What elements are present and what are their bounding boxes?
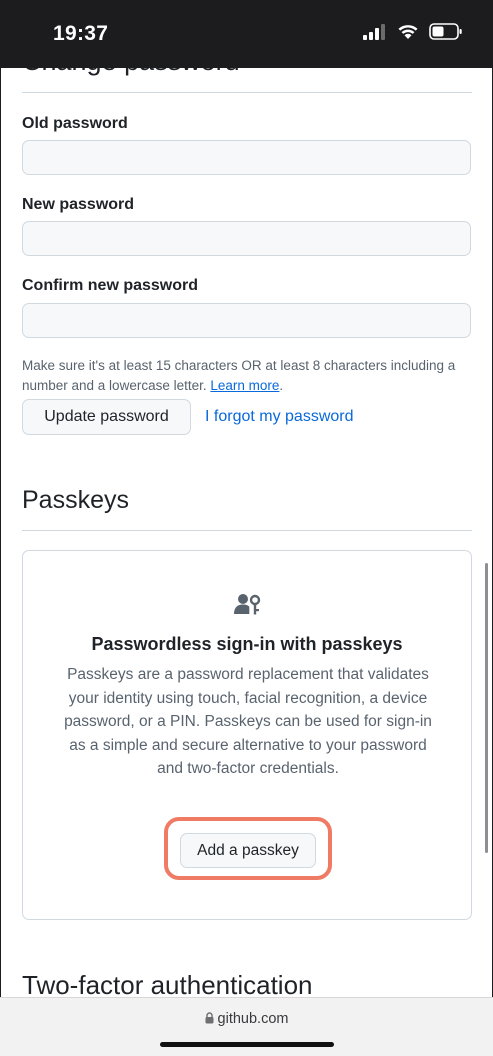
- passkeys-blankslate: Passwordless sign-in with passkeys Passk…: [22, 550, 472, 920]
- divider: [22, 92, 472, 93]
- confirm-password-field[interactable]: [22, 303, 471, 338]
- page-viewport: Change password Old password New passwor…: [0, 68, 492, 997]
- lock-icon: [205, 1012, 214, 1028]
- passkeys-title: Passwordless sign-in with passkeys: [91, 634, 403, 654]
- new-password-label: New password: [22, 196, 135, 213]
- password-hint-end: .: [279, 378, 284, 393]
- highlight-annotation: [164, 817, 332, 880]
- status-bar: 19:37: [0, 0, 493, 68]
- old-password-field[interactable]: [22, 140, 471, 175]
- update-password-button[interactable]: Update password: [22, 399, 191, 435]
- old-password-label: Old password: [22, 115, 128, 132]
- status-icons: [363, 22, 463, 46]
- status-time: 19:37: [53, 22, 109, 45]
- confirm-password-label: Confirm new password: [22, 277, 199, 294]
- url-text: github.com: [217, 1011, 289, 1027]
- browser-url-bar[interactable]: github.com: [0, 997, 493, 1056]
- password-hint: Make sure it's at least 15 characters OR…: [22, 356, 474, 396]
- divider: [22, 530, 472, 531]
- person-key-icon: [234, 593, 262, 622]
- learn-more-link[interactable]: Learn more: [210, 378, 279, 393]
- url-display: github.com: [0, 1011, 493, 1028]
- passkeys-description: Passkeys are a password replacement that…: [64, 666, 432, 777]
- battery-icon: [429, 23, 463, 45]
- forgot-password-link[interactable]: I forgot my password: [205, 408, 354, 426]
- change-password-heading: Change password: [22, 68, 240, 77]
- passkeys-heading: Passkeys: [22, 486, 129, 514]
- cellular-signal-icon: [363, 23, 387, 45]
- two-factor-heading: Two-factor authentication: [22, 970, 313, 997]
- wifi-icon: [397, 23, 419, 45]
- new-password-field[interactable]: [22, 221, 471, 256]
- page-scrollbar[interactable]: [485, 563, 488, 853]
- home-indicator: [160, 1042, 334, 1047]
